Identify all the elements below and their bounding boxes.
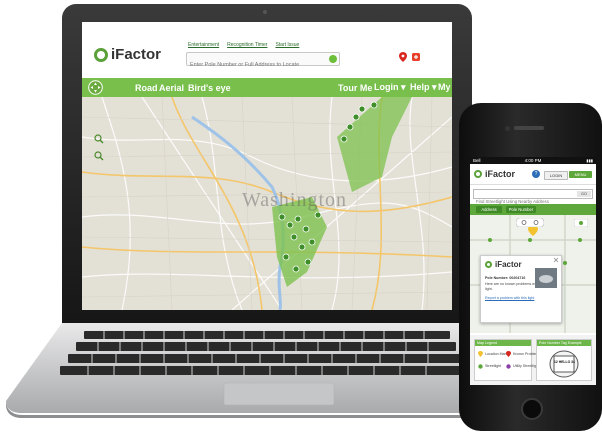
- popup-pole-number: Pole Number: 00204716: [485, 276, 526, 280]
- phone-go-button[interactable]: GO: [577, 191, 591, 197]
- pole-search-box: [186, 52, 340, 71]
- nav-login[interactable]: Login ▾: [374, 82, 406, 93]
- pole-search-input[interactable]: [187, 59, 323, 71]
- streetlight-markers[interactable]: [82, 97, 452, 310]
- status-time: 4:00 PM: [524, 158, 542, 163]
- battery-icon: ▮▮▮: [586, 158, 593, 163]
- top-link-entertainment[interactable]: Entertainment: [188, 42, 219, 48]
- legend-title: Map Legend: [475, 340, 531, 346]
- phone-header: iFactor ? LOGIN MENU: [470, 164, 596, 185]
- nav-road[interactable]: Road: [135, 83, 158, 93]
- popup-close-icon[interactable]: [553, 257, 559, 263]
- legend-streetlight-icon: [478, 364, 483, 369]
- legend-known-problem-icon: [506, 351, 511, 357]
- tag-example-text: 12 HELLO 34: [554, 360, 575, 364]
- streetlight-photo: [535, 268, 557, 288]
- tag-example-title: Pole Number Tag Example: [537, 340, 591, 346]
- phone-search-tabs: Address Pole Number: [470, 204, 596, 215]
- nav-tour-me[interactable]: Tour Me: [338, 83, 372, 93]
- laptop-camera: [263, 10, 267, 14]
- popup-report-link[interactable]: Report a problem with this light: [485, 296, 534, 300]
- popup-logo-mark-icon: [485, 261, 492, 268]
- phone-brand-name: iFactor: [485, 169, 516, 179]
- phone-status-bar: Bell 4:00 PM ▮▮▮: [470, 157, 596, 164]
- pole-tag-image: [549, 350, 579, 378]
- status-carrier: Bell: [473, 158, 481, 163]
- map-nav-bar: Road Aerial Bird's eye Tour Me Login ▾ H…: [82, 78, 452, 97]
- tab-address[interactable]: Address: [476, 206, 502, 213]
- nav-my-reports[interactable]: My Reports ▾: [438, 82, 452, 93]
- popup-status-line2: light.: [485, 287, 493, 291]
- phone-login-button[interactable]: LOGIN: [544, 171, 568, 180]
- site-header: iFactor Entertainment Recognition Timer …: [82, 22, 452, 78]
- nav-birds-eye[interactable]: Bird's eye: [188, 83, 231, 93]
- laptop-screen: iFactor Entertainment Recognition Timer …: [82, 22, 452, 310]
- tab-pole-number[interactable]: Pole Number: [506, 206, 536, 213]
- legend-utility-streetlight-icon: [506, 364, 511, 369]
- brand-name: iFactor: [111, 46, 162, 63]
- phone-zoom-icon[interactable]: [516, 218, 544, 227]
- popup-brand-logo: iFactor: [485, 260, 522, 269]
- phone-camera: [505, 126, 510, 131]
- map-pan-control-icon[interactable]: [88, 80, 103, 95]
- pole-tag-example: Pole Number Tag Example 12 HELLO 34: [536, 339, 592, 381]
- phone-legend-area: Map Legend Location Marker Known Problem…: [470, 335, 596, 385]
- pole-info-popup: iFactor Pole Number: 00204716 Here are n…: [480, 255, 562, 323]
- popup-brand-name: iFactor: [495, 260, 522, 269]
- phone-speaker: [514, 126, 544, 130]
- header-red-pin-icon[interactable]: [399, 52, 407, 62]
- nav-aerial[interactable]: Aerial: [159, 83, 184, 93]
- phone-home-button[interactable]: [521, 398, 543, 420]
- legend-streetlight: Streetlight: [485, 364, 502, 368]
- phone-brand-logo[interactable]: iFactor: [474, 169, 515, 179]
- top-link-start-issue[interactable]: Start Issue: [275, 42, 299, 48]
- logo-mark-icon: [94, 47, 108, 62]
- phone-search-box: GO: [473, 189, 593, 206]
- search-go-icon[interactable]: [329, 55, 337, 63]
- header-report-icon[interactable]: [412, 53, 420, 61]
- legend-location-marker-icon: [478, 351, 483, 357]
- map-view[interactable]: Washington: [82, 97, 452, 310]
- top-links: Entertainment Recognition Timer Start Is…: [188, 42, 299, 48]
- brand-logo[interactable]: iFactor: [94, 46, 161, 63]
- map-legend: Map Legend Location Marker Known Problem…: [474, 339, 539, 381]
- nav-help[interactable]: Help ▾: [410, 82, 437, 93]
- phone-locate-icon[interactable]: [574, 219, 588, 227]
- phone-screen: Bell 4:00 PM ▮▮▮ iFactor ? LOGIN MENU GO…: [470, 157, 596, 385]
- top-link-recognition[interactable]: Recognition Timer: [227, 42, 267, 48]
- help-icon[interactable]: ?: [532, 170, 540, 178]
- phone-menu-button[interactable]: MENU: [569, 171, 592, 178]
- legend-known-problem: Known Problem: [513, 352, 539, 356]
- phone-logo-mark-icon: [474, 170, 482, 178]
